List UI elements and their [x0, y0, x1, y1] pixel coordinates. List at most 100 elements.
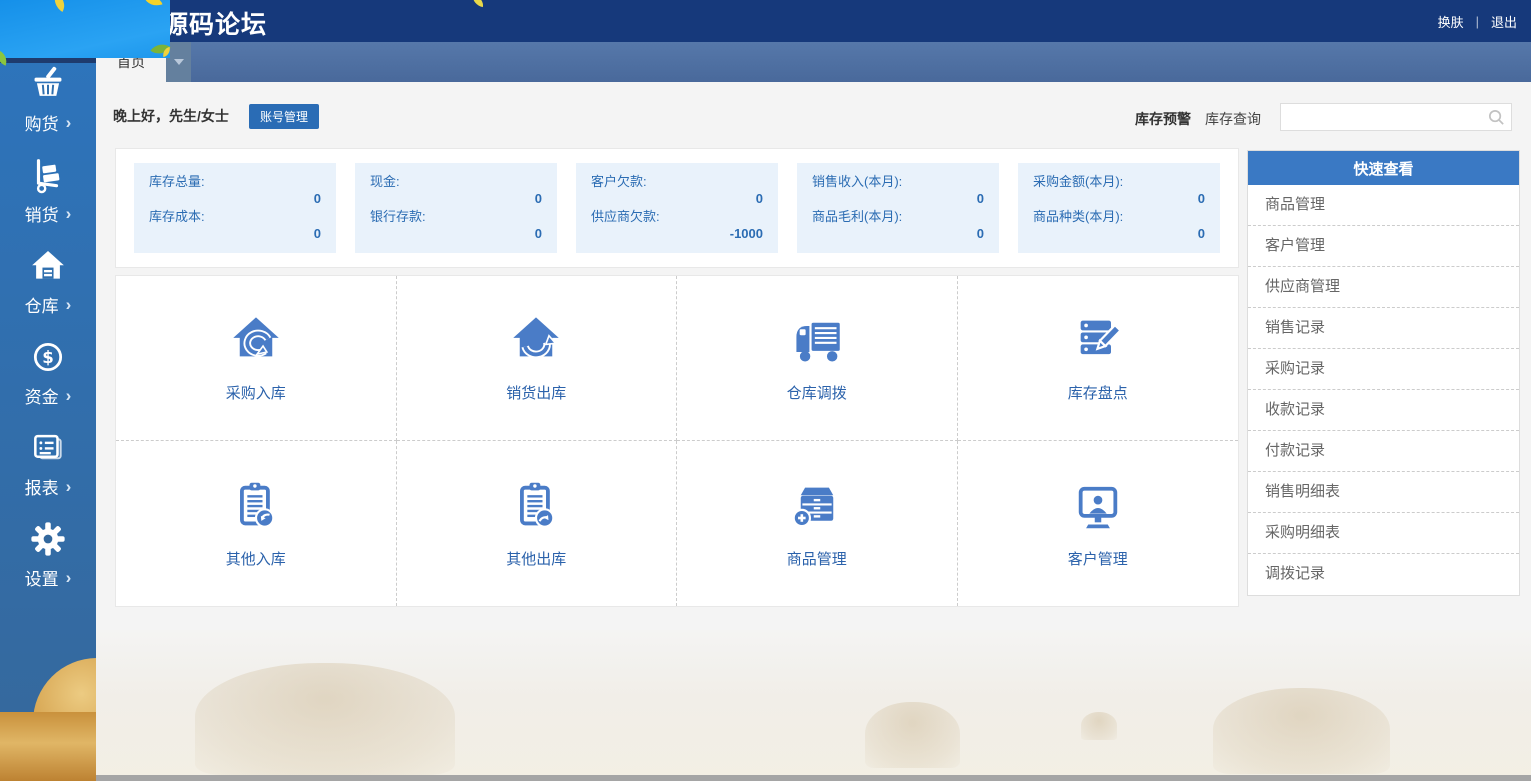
stock-warning-link[interactable]: 库存预警 [1135, 109, 1191, 129]
stat-label: 商品毛利(本月): [812, 209, 984, 225]
stat-label: 银行存款: [370, 209, 542, 225]
shortcut-other-inbound[interactable]: 其他入库 [116, 441, 397, 606]
truck-icon [791, 313, 843, 365]
sidebar: 购货 › 销货 › [0, 42, 96, 712]
sidebar-item-label: 购货 [25, 110, 59, 135]
shortcut-label: 仓库调拨 [787, 382, 847, 403]
shortcut-label: 其他出库 [506, 548, 566, 569]
stat-value: 0 [1033, 191, 1205, 207]
stat-label: 客户欠款: [591, 174, 763, 190]
greeting-text: 晚上好，先生/女士 [113, 106, 229, 126]
sidebar-item-warehouse[interactable]: 仓库 › [0, 236, 96, 327]
sidebar-item-label: 仓库 [25, 292, 59, 317]
header-divider: | [1476, 14, 1479, 29]
sidebar-item-label: 销货 [25, 201, 59, 226]
stat-label: 供应商欠款: [591, 209, 763, 225]
quick-view-item-sales-records[interactable]: 销售记录 [1248, 308, 1519, 349]
sidebar-item-sales[interactable]: 销货 › [0, 145, 96, 236]
house-arrow-in-icon [230, 313, 282, 365]
stats-panel: 库存总量: 0 库存成本: 0 现金: 0 银行存款: 0 客户欠款: 0 供应… [115, 148, 1239, 268]
quick-view-item-transfer-records[interactable]: 调拨记录 [1248, 554, 1519, 595]
hay-bale [865, 702, 960, 768]
warehouse-icon [29, 247, 67, 285]
stat-label: 销售收入(本月): [812, 174, 984, 190]
quick-view-item-purchase-detail[interactable]: 采购明细表 [1248, 513, 1519, 554]
quick-view-item-customers[interactable]: 客户管理 [1248, 226, 1519, 267]
stat-value: -1000 [591, 226, 763, 242]
stat-value: 0 [812, 191, 984, 207]
hay-bale [1081, 712, 1117, 740]
erp-dashboard-page: 源码论坛 换肤 | 退出 首页 [0, 0, 1531, 781]
report-icon [29, 429, 67, 467]
stat-card-sales-month: 销售收入(本月): 0 商品毛利(本月): 0 [797, 163, 999, 253]
background-hay-left-column [0, 640, 96, 781]
customer-monitor-icon [1072, 479, 1124, 531]
background-hay-photo [96, 630, 1531, 781]
shortcut-label: 库存盘点 [1068, 382, 1128, 403]
stat-label: 现金: [370, 174, 542, 190]
basket-icon [29, 65, 67, 103]
chevron-right-icon: › [66, 205, 72, 222]
chevron-right-icon: › [66, 114, 72, 131]
chevron-right-icon: › [66, 569, 72, 586]
stock-query-link[interactable]: 库存查询 [1205, 109, 1261, 129]
shortcut-warehouse-transfer[interactable]: 仓库调拨 [677, 276, 958, 441]
quick-view-item-receipt-records[interactable]: 收款记录 [1248, 390, 1519, 431]
funds-icon: $ [29, 338, 67, 376]
hay-ground [0, 712, 96, 781]
app-header: 源码论坛 换肤 | 退出 [0, 0, 1531, 42]
house-arrow-out-icon [510, 313, 562, 365]
tab-bar: 首页 [96, 42, 1531, 82]
account-manage-button[interactable]: 账号管理 [249, 104, 319, 129]
quick-view-title: 快速查看 [1248, 151, 1519, 185]
trolley-icon [29, 156, 67, 194]
shortcut-label: 其他入库 [226, 548, 286, 569]
sidebar-item-label: 报表 [25, 474, 59, 499]
quick-view-item-suppliers[interactable]: 供应商管理 [1248, 267, 1519, 308]
shortcut-sales-outbound[interactable]: 销货出库 [397, 276, 678, 441]
shortcut-stocktake[interactable]: 库存盘点 [958, 276, 1239, 441]
sidebar-item-funds[interactable]: $ 资金 › [0, 327, 96, 418]
shortcut-purchase-inbound[interactable]: 采购入库 [116, 276, 397, 441]
quick-view-item-products[interactable]: 商品管理 [1248, 185, 1519, 226]
stat-value: 0 [812, 226, 984, 242]
quick-view-item-purchase-records[interactable]: 采购记录 [1248, 349, 1519, 390]
change-skin-link[interactable]: 换肤 [1438, 12, 1464, 31]
shortcut-label: 客户管理 [1068, 548, 1128, 569]
sidebar-item-purchase[interactable]: 购货 › [0, 54, 96, 145]
product-cabinet-icon [791, 479, 843, 531]
quick-view-item-sales-detail[interactable]: 销售明细表 [1248, 472, 1519, 513]
sidebar-item-label: 设置 [25, 565, 59, 590]
shortcut-customer-management[interactable]: 客户管理 [958, 441, 1239, 606]
stat-value: 0 [591, 191, 763, 207]
stat-card-inventory: 库存总量: 0 库存成本: 0 [134, 163, 336, 253]
shortcut-label: 商品管理 [787, 548, 847, 569]
search-icon [1487, 108, 1506, 127]
logout-link[interactable]: 退出 [1491, 12, 1517, 31]
chevron-right-icon: › [66, 387, 72, 404]
shortcut-other-outbound[interactable]: 其他出库 [397, 441, 678, 606]
stat-value: 0 [370, 226, 542, 242]
stat-label: 库存总量: [149, 174, 321, 190]
sidebar-item-reports[interactable]: 报表 › [0, 418, 96, 509]
quick-view-panel: 快速查看 商品管理 客户管理 供应商管理 销售记录 采购记录 收款记录 付款记录… [1247, 150, 1520, 596]
sidebar-item-settings[interactable]: 设置 › [0, 509, 96, 600]
quick-view-item-payment-records[interactable]: 付款记录 [1248, 431, 1519, 472]
stat-label: 商品种类(本月): [1033, 209, 1205, 225]
search-input[interactable] [1281, 104, 1511, 130]
shortcut-grid: 采购入库 销货出库 [115, 275, 1239, 607]
chevron-right-icon: › [66, 296, 72, 313]
stat-value: 0 [149, 191, 321, 207]
shortcut-product-management[interactable]: 商品管理 [677, 441, 958, 606]
hay-bale [1213, 688, 1390, 774]
app-title: 源码论坛 [163, 5, 267, 41]
stocktake-icon [1072, 313, 1124, 365]
stat-label: 库存成本: [149, 209, 321, 225]
clipboard-out-icon [510, 479, 562, 531]
stat-card-receivables: 客户欠款: 0 供应商欠款: -1000 [576, 163, 778, 253]
logo-overlay [0, 0, 170, 58]
stat-value: 0 [1033, 226, 1205, 242]
clipboard-in-icon [230, 479, 282, 531]
chevron-right-icon: › [66, 478, 72, 495]
stat-card-purchase-month: 采购金额(本月): 0 商品种类(本月): 0 [1018, 163, 1220, 253]
